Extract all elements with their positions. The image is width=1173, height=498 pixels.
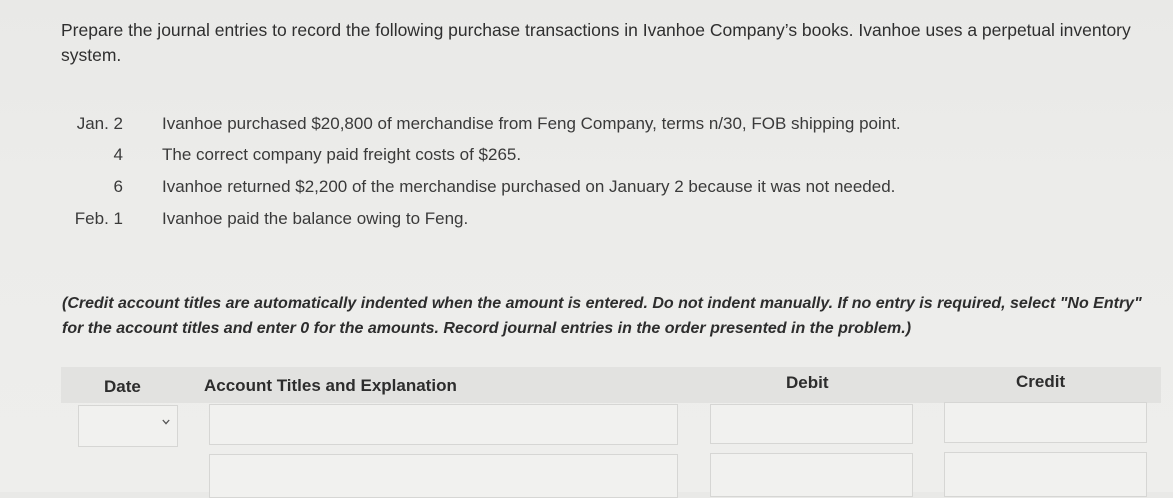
credit-input[interactable] (944, 452, 1147, 497)
debit-input[interactable] (710, 453, 913, 497)
date-column-header: Date (104, 377, 141, 396)
journal-instructions: (Credit account titles are automatically… (62, 295, 1142, 337)
credit-column-header: Credit (1016, 372, 1066, 391)
transaction-date: Feb. 1 (74, 209, 123, 228)
account-title-input[interactable] (209, 454, 678, 498)
transaction-date: 6 (113, 177, 123, 196)
transaction-date: 4 (113, 145, 123, 164)
account-title-input[interactable] (209, 404, 678, 445)
date-select[interactable] (78, 405, 178, 447)
transaction-date: Jan. 2 (76, 114, 123, 133)
debit-column-header: Debit (786, 373, 829, 392)
account-column-header: Account Titles and Explanation (204, 376, 457, 395)
transaction-description: Ivanhoe returned $2,200 of the merchandi… (162, 177, 896, 196)
journal-table-header: Date Account Titles and Explanation Debi… (61, 367, 1161, 403)
transaction-description: The correct company paid freight costs o… (162, 145, 522, 164)
transaction-description: Ivanhoe purchased $20,800 of merchandise… (162, 114, 901, 133)
chevron-down-icon[interactable] (162, 418, 170, 426)
debit-input[interactable] (710, 404, 913, 444)
credit-input[interactable] (944, 402, 1147, 443)
question-prompt: Prepare the journal entries to record th… (61, 20, 1131, 65)
transaction-description: Ivanhoe paid the balance owing to Feng. (162, 209, 469, 228)
